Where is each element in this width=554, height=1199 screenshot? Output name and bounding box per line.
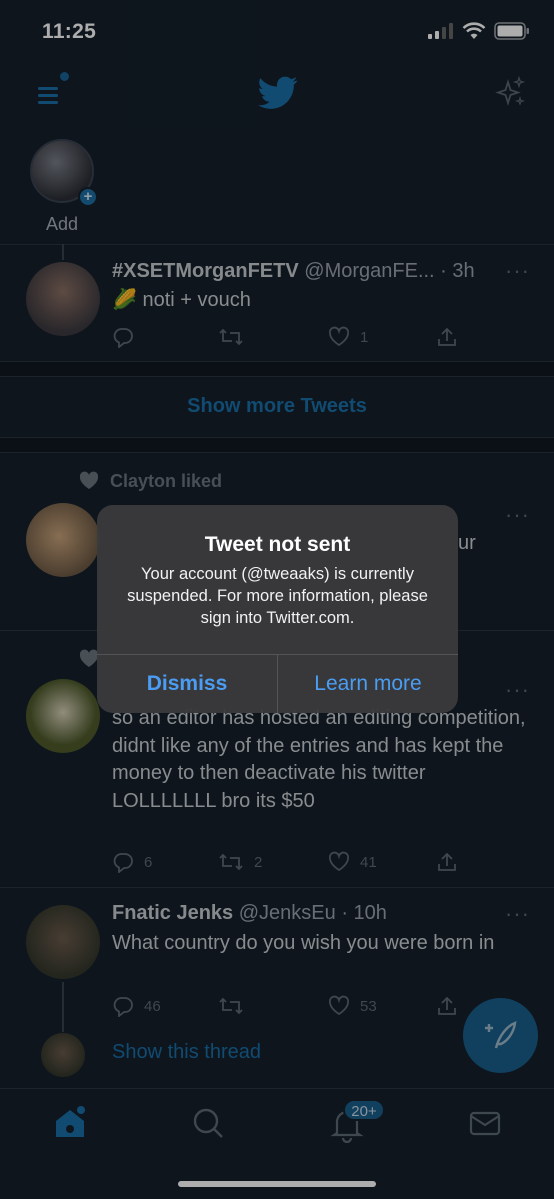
alert-message: Your account (@tweaaks) is currently sus… — [127, 565, 428, 627]
learn-more-button[interactable]: Learn more — [278, 655, 458, 713]
tweet-not-sent-alert: Tweet not sent Your account (@tweaaks) i… — [97, 505, 458, 713]
alert-title: Tweet not sent — [204, 533, 351, 556]
dismiss-button[interactable]: Dismiss — [97, 655, 277, 713]
